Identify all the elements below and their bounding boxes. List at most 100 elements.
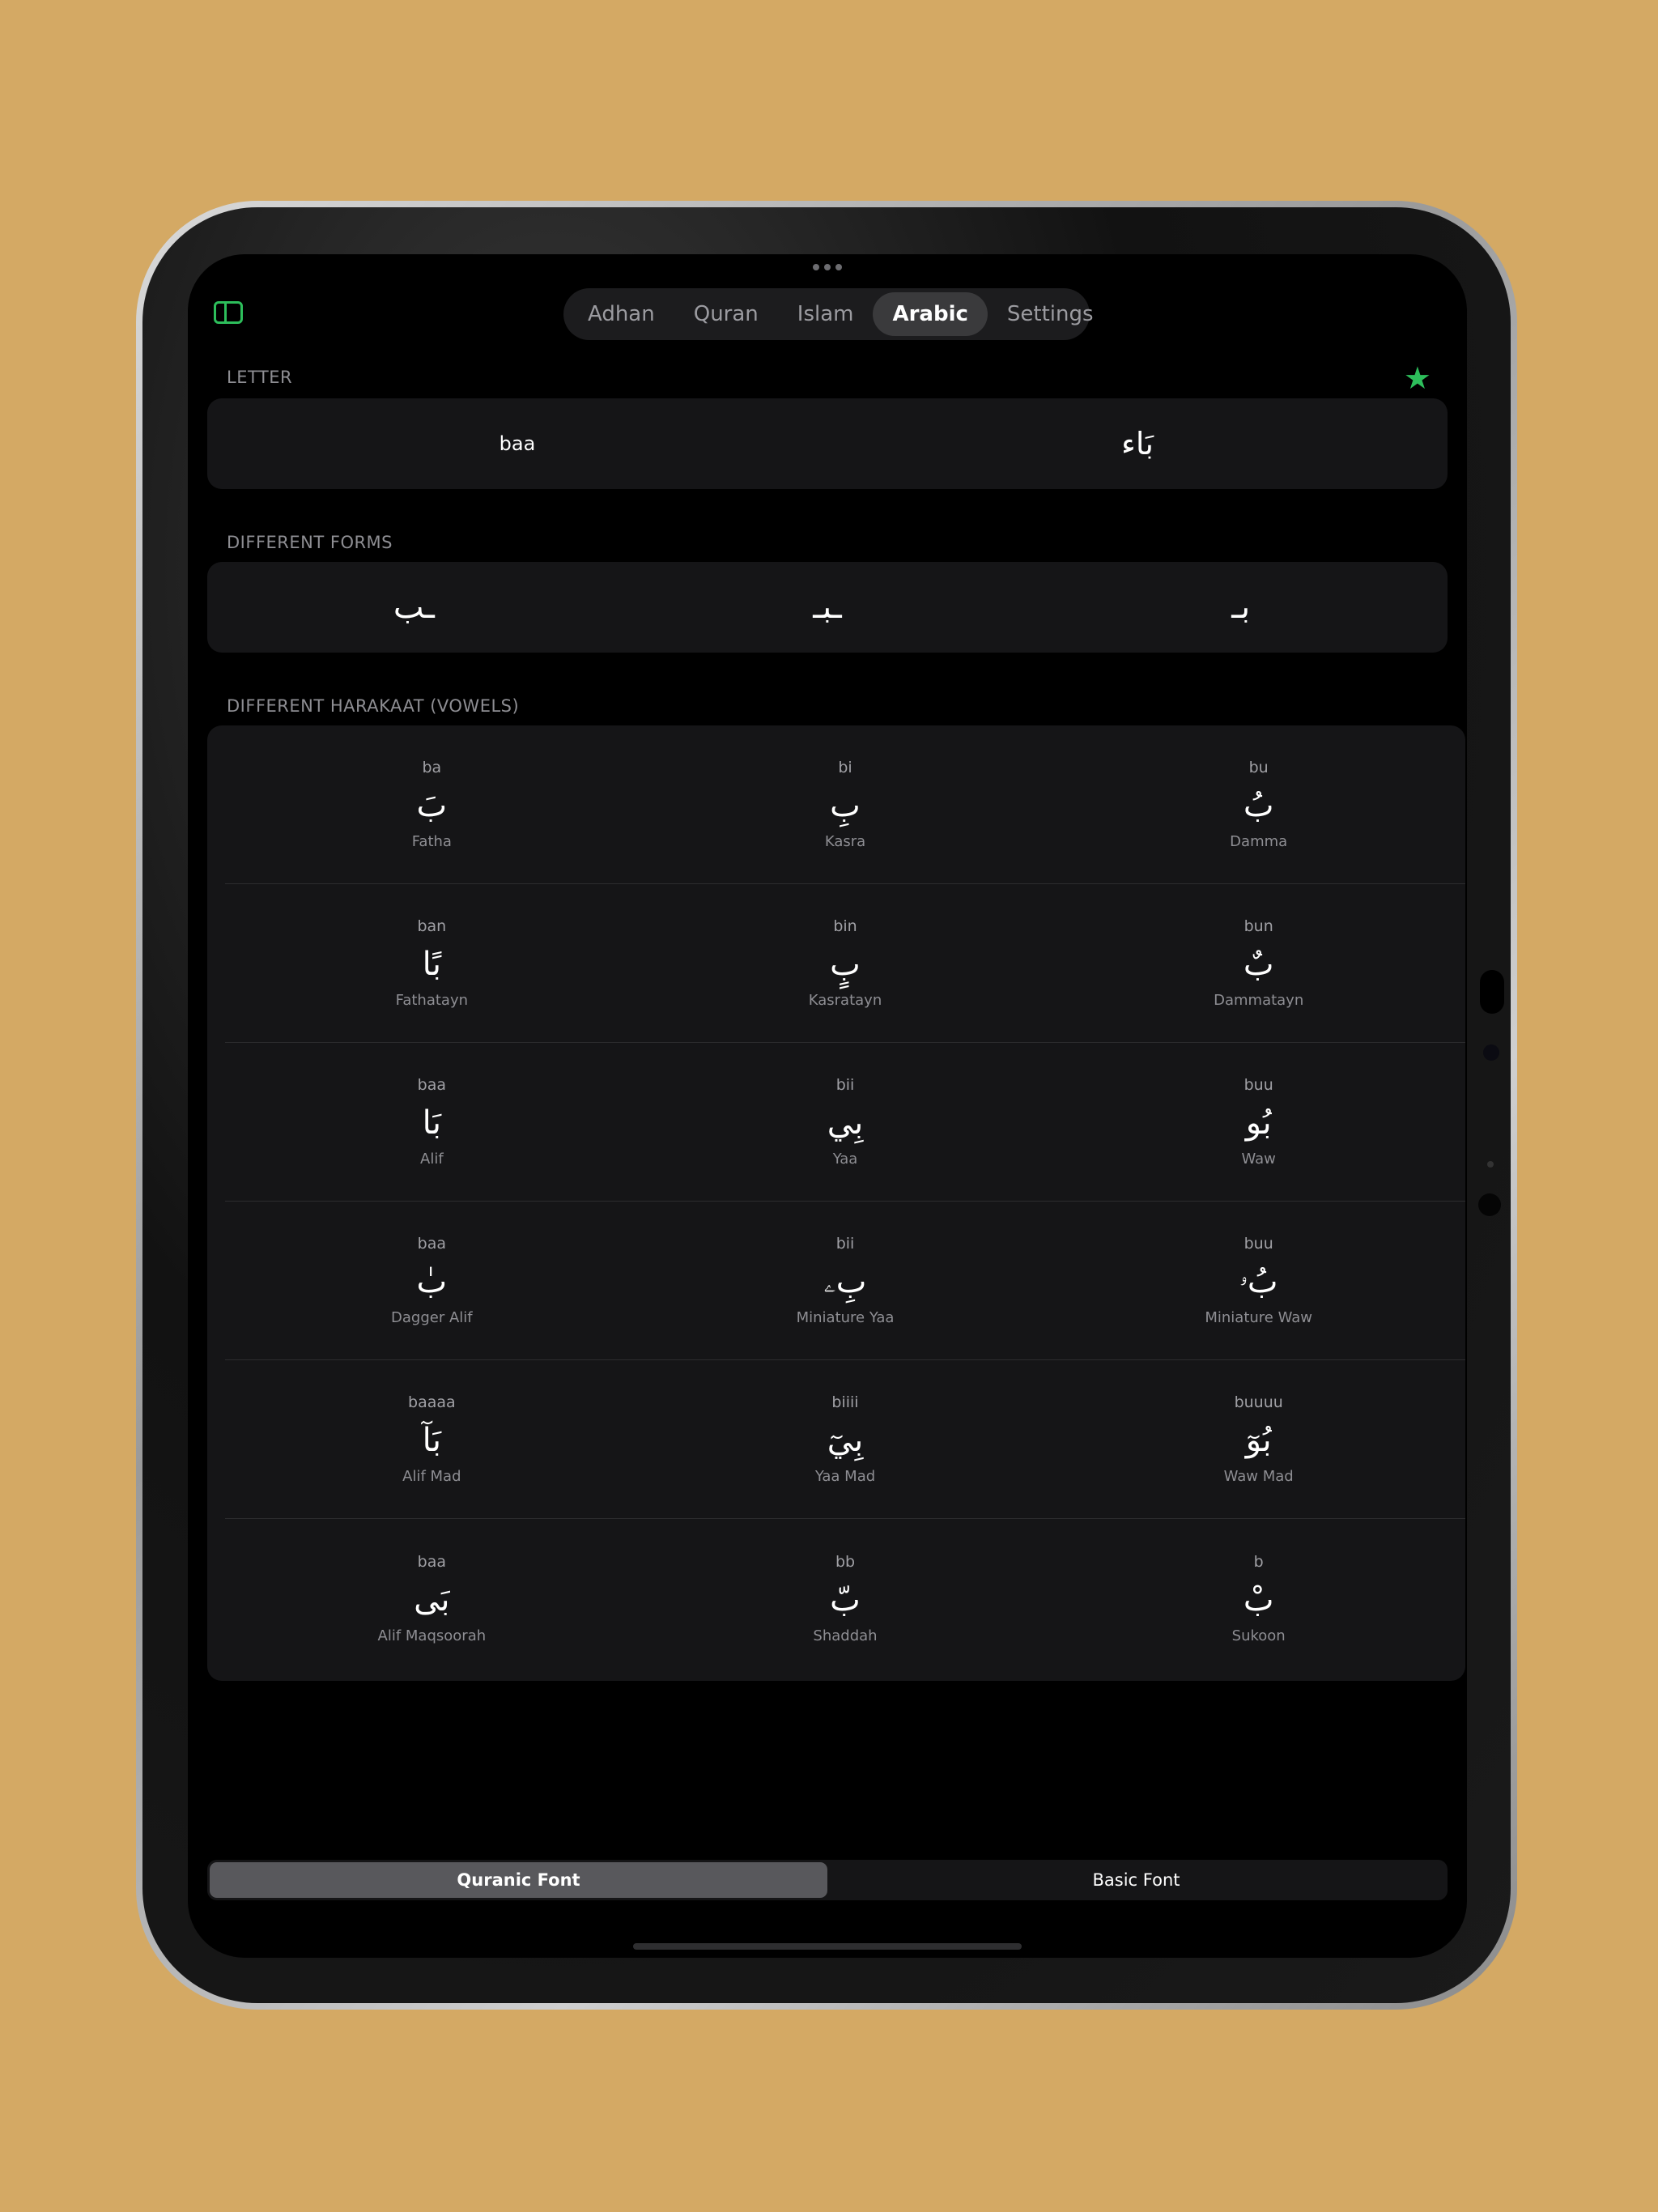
dot-icon — [835, 264, 842, 270]
harakaat-row: baa بَى Alif Maqsoorah bb بّ Shaddah b ب… — [225, 1519, 1465, 1678]
harakah-arabic: بَآ — [422, 1422, 441, 1459]
harakah-name: Fathatayn — [395, 992, 469, 1009]
harakah-cell[interactable]: baa بَى Alif Maqsoorah — [225, 1519, 639, 1678]
harakaat-row: ban بًا Fathatayn bin بٍ Kasratayn bun ب… — [225, 884, 1465, 1043]
harakah-transliteration: biiii — [831, 1393, 859, 1411]
harakah-cell[interactable]: bii بِۦ Miniature Yaa — [639, 1202, 1052, 1359]
harakah-cell[interactable]: baa بَا Alif — [225, 1043, 639, 1201]
harakah-cell[interactable]: b بْ Sukoon — [1052, 1519, 1465, 1678]
harakah-name: Miniature Waw — [1205, 1309, 1312, 1326]
quranic-font-button[interactable]: Quranic Font — [210, 1862, 827, 1898]
harakah-name: Yaa — [832, 1151, 858, 1168]
harakah-arabic: بّ — [830, 1580, 861, 1619]
side-camera — [1478, 1193, 1501, 1216]
tab-settings[interactable]: Settings — [988, 292, 1113, 336]
harakah-name: Waw Mad — [1223, 1468, 1294, 1485]
harakah-transliteration: baaaa — [408, 1393, 456, 1411]
harakaat-row: baa بٰ Dagger Alif bii بِۦ Miniature Yaa… — [225, 1202, 1465, 1360]
harakah-name: Kasra — [824, 833, 866, 850]
letter-arabic: بَاء — [1120, 426, 1154, 462]
tab-adhan[interactable]: Adhan — [568, 292, 674, 336]
harakah-cell[interactable]: bi بِ Kasra — [639, 725, 1052, 883]
harakah-name: Fatha — [411, 833, 452, 850]
harakah-name: Sukoon — [1231, 1627, 1286, 1644]
harakah-transliteration: baa — [417, 1552, 447, 1571]
harakah-arabic: بَا — [422, 1104, 441, 1142]
harakah-transliteration: b — [1253, 1552, 1264, 1571]
harakaat-row: ba بَ Fatha bi بِ Kasra bu بُ Damma — [225, 725, 1465, 884]
harakah-cell[interactable]: bun بٌ Dammatayn — [1052, 884, 1465, 1042]
harakah-cell[interactable]: buu بُۥ Miniature Waw — [1052, 1202, 1465, 1359]
harakah-arabic: بِ — [830, 787, 861, 824]
harakah-transliteration: bii — [835, 1235, 855, 1253]
harakaat-row: baa بَا Alif bii بِي Yaa buu بُو Waw — [225, 1043, 1465, 1202]
harakah-arabic: بٍ — [830, 946, 861, 983]
letter-card: baa بَاء — [207, 398, 1448, 489]
harakah-arabic: بِۦ — [823, 1263, 867, 1300]
letter-section-label: LETTER — [227, 368, 293, 387]
harakah-arabic: بٌ — [1243, 946, 1274, 983]
harakah-name: Shaddah — [813, 1627, 878, 1644]
form-initial: بـ — [1231, 589, 1251, 626]
harakah-transliteration: baa — [417, 1235, 447, 1253]
app-screen: Adhan Quran Islam Arabic Settings LETTER… — [188, 254, 1467, 1958]
sidebar-toggle-icon[interactable] — [214, 301, 243, 324]
harakah-transliteration: bi — [838, 759, 852, 776]
harakah-arabic: بَ — [416, 787, 448, 824]
harakah-arabic: بُ — [1243, 787, 1274, 824]
harakah-name: Alif Mad — [402, 1468, 461, 1485]
harakah-transliteration: ban — [417, 917, 447, 935]
multitasking-menu[interactable] — [813, 264, 842, 270]
harakaat-card: ba بَ Fatha bi بِ Kasra bu بُ Damma ban … — [207, 725, 1465, 1681]
harakah-transliteration: bin — [833, 917, 857, 935]
harakah-transliteration: bb — [835, 1552, 856, 1571]
form-medial: ـبـ — [813, 589, 842, 626]
harakah-arabic: بُۥ — [1239, 1263, 1278, 1300]
harakah-cell[interactable]: buuuu بُوٓ Waw Mad — [1052, 1360, 1465, 1518]
basic-font-button[interactable]: Basic Font — [827, 1862, 1445, 1898]
harakah-transliteration: baa — [417, 1076, 447, 1094]
harakah-transliteration: ba — [422, 759, 442, 776]
tab-islam[interactable]: Islam — [778, 292, 874, 336]
harakah-cell[interactable]: bin بٍ Kasratayn — [639, 884, 1052, 1042]
harakah-arabic: بَى — [414, 1580, 450, 1619]
harakah-cell[interactable]: bb بّ Shaddah — [639, 1519, 1052, 1678]
harakaat-row: baaaa بَآ Alif Mad biiii بِيٓ Yaa Mad bu… — [225, 1360, 1465, 1519]
harakah-cell[interactable]: biiii بِيٓ Yaa Mad — [639, 1360, 1052, 1518]
dot-icon — [824, 264, 831, 270]
harakah-name: Dammatayn — [1214, 992, 1304, 1009]
sensor-dot — [1487, 1161, 1494, 1168]
harakah-transliteration: bii — [835, 1076, 855, 1094]
harakah-cell[interactable]: ban بًا Fathatayn — [225, 884, 639, 1042]
font-toggle: Quranic Font Basic Font — [207, 1860, 1448, 1900]
camera-dot — [1483, 1044, 1499, 1061]
harakah-transliteration: buuuu — [1234, 1393, 1283, 1411]
harakah-name: Waw — [1241, 1151, 1276, 1168]
volume-button — [1480, 970, 1504, 1014]
harakah-name: Miniature Yaa — [796, 1309, 895, 1326]
tab-quran[interactable]: Quran — [674, 292, 778, 336]
harakah-name: Alif — [420, 1151, 444, 1168]
letter-transliteration: baa — [499, 432, 536, 455]
harakah-name: Damma — [1230, 833, 1288, 850]
star-icon[interactable]: ★ — [1404, 363, 1431, 393]
harakah-cell[interactable]: bii بِي Yaa — [639, 1043, 1052, 1201]
harakah-cell[interactable]: bu بُ Damma — [1052, 725, 1465, 883]
form-final: ـب — [393, 589, 435, 626]
harakah-name: Kasratayn — [808, 992, 882, 1009]
tab-arabic[interactable]: Arabic — [873, 292, 988, 336]
harakaat-section-label: DIFFERENT HARAKAAT (VOWELS) — [227, 696, 520, 716]
harakah-arabic: بُو — [1245, 1104, 1272, 1142]
harakah-arabic: بْ — [1243, 1580, 1274, 1619]
harakah-cell[interactable]: buu بُو Waw — [1052, 1043, 1465, 1201]
harakah-arabic: بِي — [827, 1104, 864, 1142]
home-indicator[interactable] — [633, 1943, 1022, 1950]
dot-icon — [813, 264, 819, 270]
harakah-cell[interactable]: ba بَ Fatha — [225, 725, 639, 883]
harakah-name: Yaa Mad — [814, 1468, 876, 1485]
harakah-arabic: بٰ — [416, 1263, 448, 1300]
harakah-cell[interactable]: baa بٰ Dagger Alif — [225, 1202, 639, 1359]
harakah-transliteration: bu — [1248, 759, 1269, 776]
harakah-cell[interactable]: baaaa بَآ Alif Mad — [225, 1360, 639, 1518]
harakah-arabic: بُوٓ — [1245, 1422, 1272, 1459]
